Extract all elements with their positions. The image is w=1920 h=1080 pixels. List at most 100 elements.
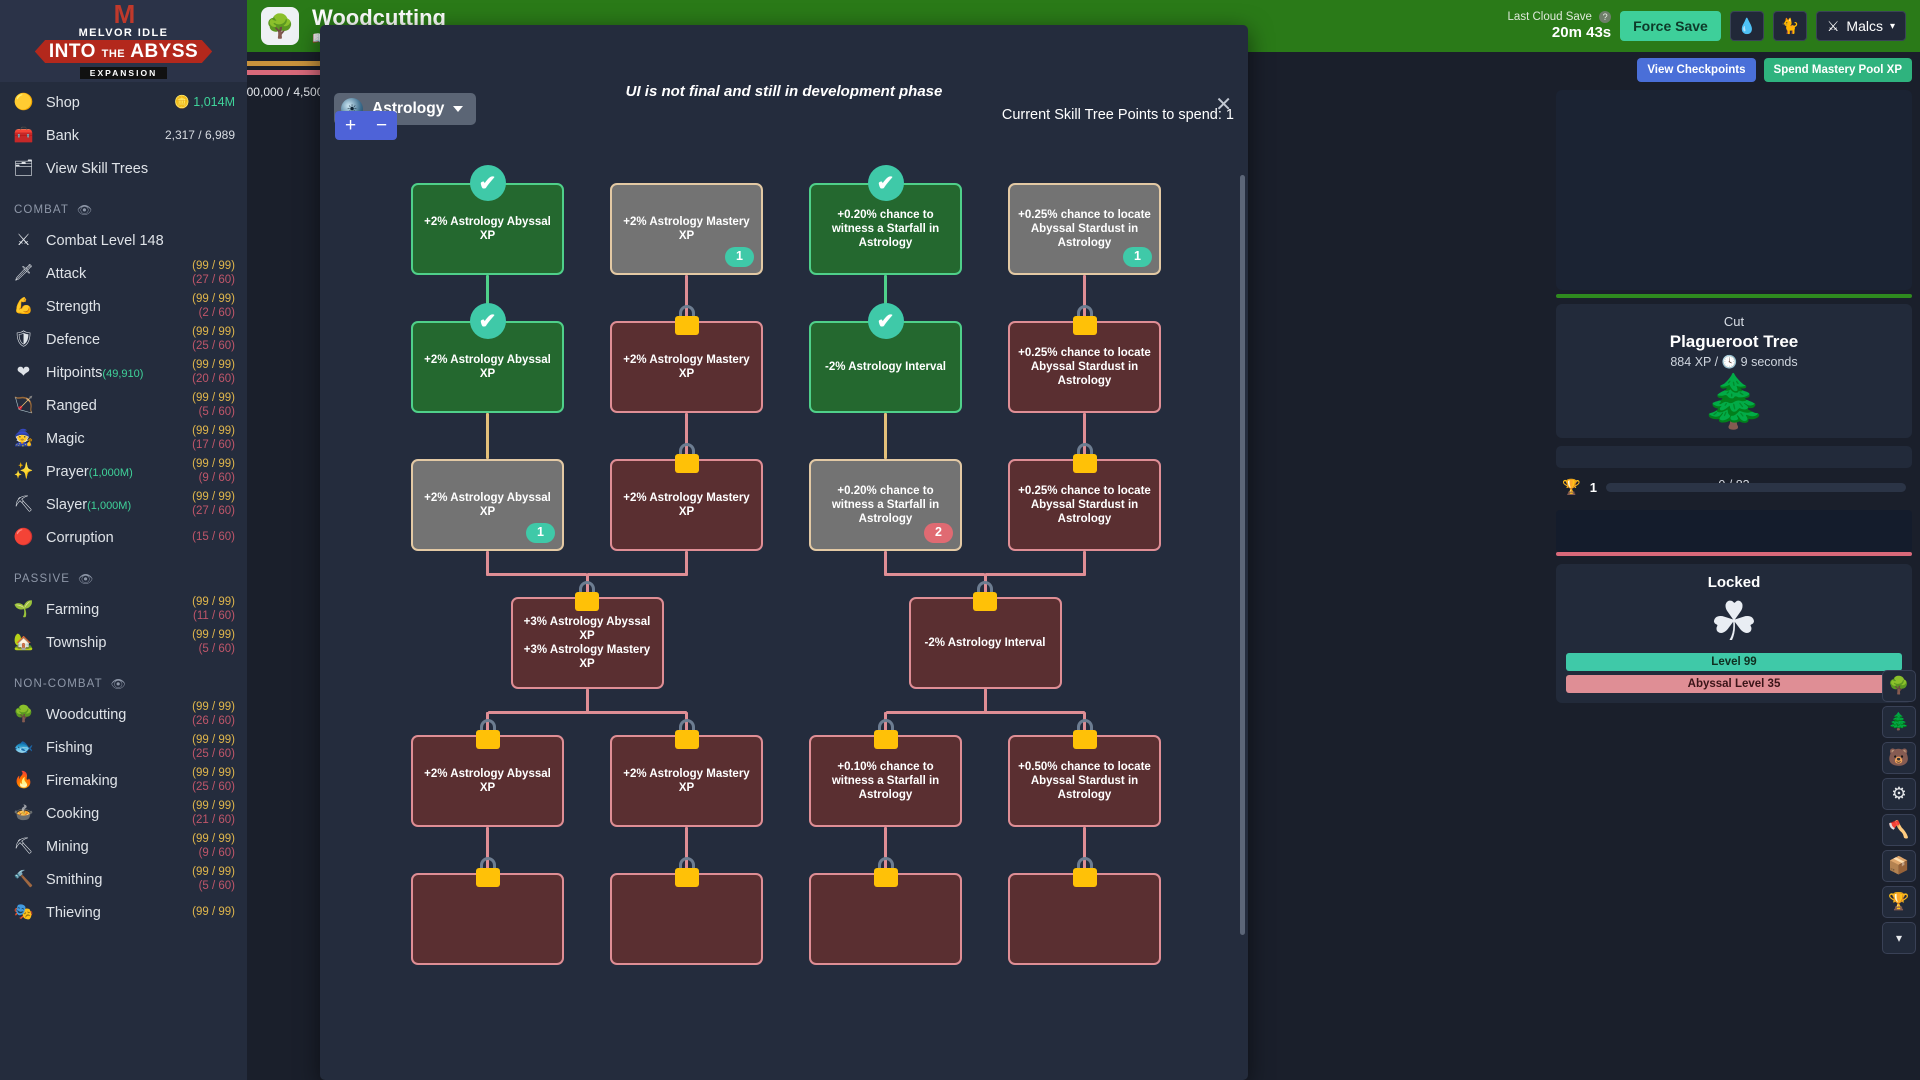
sidebar-item-label: Thieving <box>46 905 192 921</box>
abyssal-level: (2 / 60) <box>192 307 235 321</box>
sidebar-item-slayer[interactable]: ⛏Slayer(1,000M)(99 / 99)(27 / 60) <box>0 488 247 521</box>
skill-tree-node-label: +2% Astrology Abyssal XP <box>421 491 554 519</box>
sidebar-item-township[interactable]: 🏡Township(99 / 99)(5 / 60) <box>0 626 247 659</box>
sidebar-item-levels: (99 / 99)(5 / 60) <box>192 392 235 419</box>
force-save-button[interactable]: Force Save <box>1620 11 1721 41</box>
bear-icon[interactable]: 🐻 <box>1882 742 1916 774</box>
skill-tree-node-label: +0.25% chance to locate Abyssal Stardust… <box>1018 346 1151 388</box>
axe-icon[interactable]: 🪓 <box>1882 814 1916 846</box>
sidebar-item-levels: (99 / 99)(27 / 60) <box>192 260 235 287</box>
sidebar-item-magic[interactable]: 🧙 Magic(99 / 99)(17 / 60) <box>0 422 247 455</box>
sidebar-item-ranged[interactable]: 🏹Ranged(99 / 99)(5 / 60) <box>0 389 247 422</box>
chevron-down-icon[interactable]: ▾ <box>1882 922 1916 954</box>
eye-icon[interactable]: 👁 <box>78 572 94 586</box>
skill-tree-icon: 🗂 <box>12 157 35 180</box>
sidebar-item-attack[interactable]: 🗡Attack(99 / 99)(27 / 60) <box>0 257 247 290</box>
sidebar-item-levels: (99 / 99)(26 / 60) <box>192 701 235 728</box>
check-icon: ✔ <box>868 165 904 201</box>
sidebar-item-sublabel: (49,910) <box>102 368 143 380</box>
sidebar-item-levels: (99 / 99)(11 / 60) <box>192 596 235 623</box>
sidebar-item-defence[interactable]: 🛡Defence(99 / 99)(25 / 60) <box>0 323 247 356</box>
skill-points-label: Current Skill Tree Points to spend: <box>1002 107 1222 123</box>
gear-icon[interactable]: ⚙ <box>1882 778 1916 810</box>
sidebar-item-levels: (15 / 60) <box>192 531 235 545</box>
abyssal-level: (15 / 60) <box>192 531 235 545</box>
tree-edge <box>985 573 1085 576</box>
abyssal-level: (11 / 60) <box>192 610 235 624</box>
sidebar-item-value: 2,317 / 6,989 <box>165 128 235 142</box>
potion-icon[interactable]: 💧 <box>1730 11 1764 41</box>
sidebar-item-label: Slayer(1,000M) <box>46 497 192 513</box>
abyssal-level: (9 / 60) <box>192 472 235 486</box>
sidebar-item-combat-level-148[interactable]: ⚔Combat Level 148 <box>0 224 247 257</box>
sidebar-item-strength[interactable]: 💪Strength(99 / 99)(2 / 60) <box>0 290 247 323</box>
crossed-swords-icon: ⚔ <box>12 229 35 252</box>
sidebar-item-thieving[interactable]: 🎭Thieving(99 / 99) <box>0 896 247 929</box>
sidebar-item-woodcutting[interactable]: 🌳Woodcutting(99 / 99)(26 / 60) <box>0 698 247 731</box>
sidebar-item-label: Hitpoints(49,910) <box>46 365 192 381</box>
app-logo[interactable]: M MELVOR IDLE INTO THE ABYSS EXPANSION <box>0 0 247 82</box>
skill-level: (99 / 99) <box>192 629 235 643</box>
lock-icon <box>872 719 900 749</box>
sidebar-item-shop[interactable]: 🟡Shop🪙 1,014M <box>0 86 247 119</box>
skill-level: (99 / 99) <box>192 906 235 920</box>
bag-icon[interactable]: 📦 <box>1882 850 1916 882</box>
sidebar-item-view-skill-trees[interactable]: 🗂View Skill Trees <box>0 152 247 185</box>
skill-tree-node-badge: 1 <box>526 523 555 543</box>
skill-tree-node-label: +0.20% chance to witness a Starfall in A… <box>819 484 952 526</box>
skill-tree-node[interactable]: +2% Astrology Mastery XP1 <box>610 183 763 275</box>
sidebar-item-bank[interactable]: 🧰Bank2,317 / 6,989 <box>0 119 247 152</box>
help-icon[interactable]: ? <box>1599 11 1611 23</box>
sidebar-item-mining[interactable]: ⛏Mining(99 / 99)(9 / 60) <box>0 830 247 863</box>
sidebar-item-prayer[interactable]: ✨Prayer(1,000M)(99 / 99)(9 / 60) <box>0 455 247 488</box>
skill-tree-node-label: +2% Astrology Mastery XP <box>620 491 753 519</box>
sidebar-item-levels: (99 / 99) <box>192 906 235 920</box>
eye-icon[interactable]: 👁 <box>77 203 93 217</box>
sidebar-item-smithing[interactable]: 🔨Smithing(99 / 99)(5 / 60) <box>0 863 247 896</box>
sidebar-item-firemaking[interactable]: 🔥Firemaking(99 / 99)(25 / 60) <box>0 764 247 797</box>
skill-tree-node[interactable]: +0.25% chance to locate Abyssal Stardust… <box>1008 183 1161 275</box>
lock-icon <box>474 719 502 749</box>
coin-icon: 🟡 <box>12 91 35 114</box>
sidebar-item-levels: (99 / 99)(27 / 60) <box>192 491 235 518</box>
skill-level: (99 / 99) <box>192 260 235 274</box>
sidebar-item-farming[interactable]: 🌱Farming(99 / 99)(11 / 60) <box>0 593 247 626</box>
check-icon: ✔ <box>470 165 506 201</box>
logo-the: THE <box>102 48 126 60</box>
sidebar-item-label: Firemaking <box>46 773 192 789</box>
trophy-icon[interactable]: 🏆 <box>1882 886 1916 918</box>
sidebar-item-corruption[interactable]: 🔴Corruption(15 / 60) <box>0 521 247 554</box>
zoom-in-button[interactable]: + <box>335 111 366 140</box>
eye-icon[interactable]: 👁 <box>111 677 127 691</box>
spend-mastery-pool-button[interactable]: Spend Mastery Pool XP <box>1764 58 1912 82</box>
skill-tree-node[interactable]: +2% Astrology Abyssal XP 1 <box>411 459 564 551</box>
shield-icon: 🛡 <box>12 328 35 351</box>
sidebar-item-hitpoints[interactable]: ❤Hitpoints(49,910)(99 / 99)(20 / 60) <box>0 356 247 389</box>
modal-scrollbar[interactable] <box>1240 175 1245 935</box>
skill-tree-node-badge: 1 <box>1123 247 1152 267</box>
sidebar-item-levels: (99 / 99)(17 / 60) <box>192 425 235 452</box>
wizard-hat-icon: 🧙 <box>12 427 35 450</box>
forest-icon[interactable]: 🌲 <box>1882 706 1916 738</box>
sidebar-item-value: 🪙 1,014M <box>174 95 235 110</box>
lock-icon <box>673 443 701 473</box>
sidebar-section-title: NON-COMBAT <box>14 678 103 690</box>
view-checkpoints-button[interactable]: View Checkpoints <box>1637 58 1755 82</box>
woodcutting-pickaxe-icon[interactable]: 🌳 <box>1882 670 1916 702</box>
sidebar-item-label: Magic <box>46 431 192 447</box>
abyssal-level: (25 / 60) <box>192 340 235 354</box>
skill-tree-node-label: +2% Astrology Abyssal XP <box>421 767 554 795</box>
skill-tree-node-badge: 1 <box>725 247 754 267</box>
zoom-out-button[interactable]: − <box>366 111 397 140</box>
skill-tree-node[interactable]: +0.20% chance to witness a Starfall in A… <box>809 459 962 551</box>
skill-tree-viewport[interactable]: +2% Astrology Abyssal XP ✔ +2% Astrology M… <box>320 145 1248 1080</box>
pet-icon[interactable]: 🐈 <box>1773 11 1807 41</box>
tree-name: Plagueroot Tree <box>1566 332 1902 352</box>
tree-edge <box>486 413 489 459</box>
user-menu-button[interactable]: ⚔ Malcs ▾ <box>1816 11 1906 41</box>
abyssal-level: (9 / 60) <box>192 847 235 861</box>
sidebar-item-label: Prayer(1,000M) <box>46 464 192 480</box>
sidebar-item-cooking[interactable]: 🍲Cooking(99 / 99)(21 / 60) <box>0 797 247 830</box>
sidebar-item-fishing[interactable]: 🐟Fishing(99 / 99)(25 / 60) <box>0 731 247 764</box>
abyssal-level: (27 / 60) <box>192 274 235 288</box>
